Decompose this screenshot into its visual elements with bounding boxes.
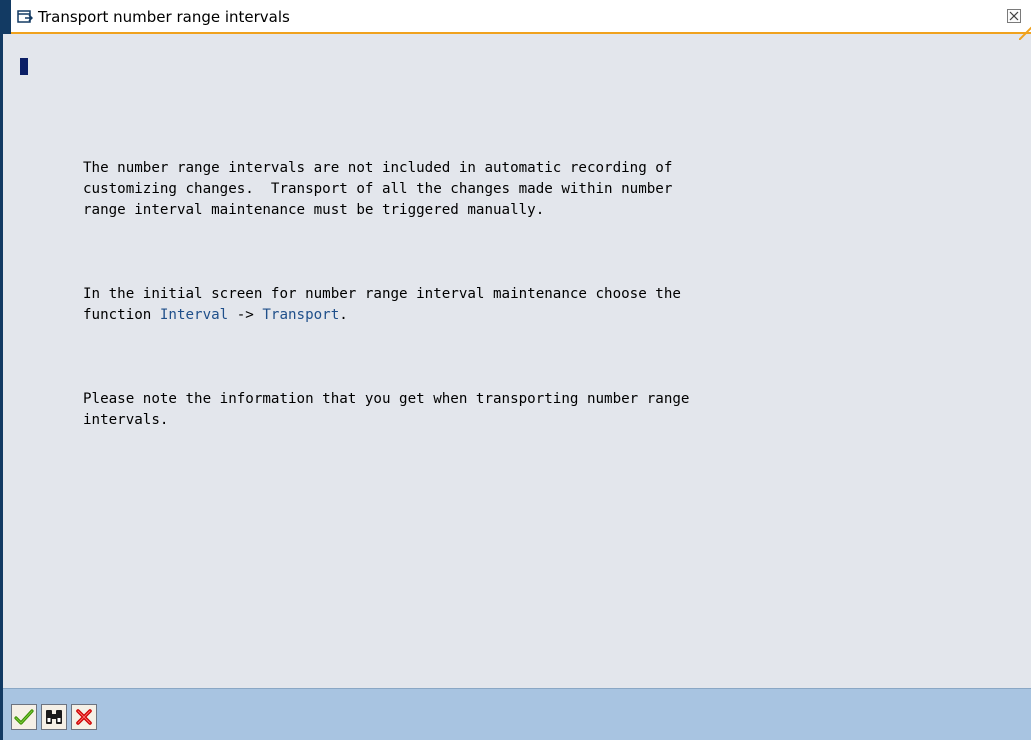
orange-corner-decoration <box>1019 26 1031 40</box>
cancel-button[interactable] <box>71 704 97 730</box>
interval-link[interactable]: Interval <box>160 307 228 323</box>
binoculars-icon <box>46 710 62 724</box>
arrow-text: -> <box>228 307 263 323</box>
title-accent <box>3 0 11 34</box>
paragraph-1-line-3: range interval maintenance must be trigg… <box>83 202 545 218</box>
paragraph-3: Please note the information that you get… <box>83 389 689 431</box>
paragraph-2-line-2: function Interval -> Transport. <box>83 305 689 326</box>
paragraph-2-line-1: In the initial screen for number range i… <box>83 286 681 302</box>
find-button[interactable] <box>41 704 67 730</box>
transport-link[interactable]: Transport <box>262 307 339 323</box>
paragraph-1-line-1: The number range intervals are not inclu… <box>83 160 673 176</box>
function-prefix: function <box>83 307 160 323</box>
dialog-text: The number range intervals are not inclu… <box>83 116 689 494</box>
dialog-window: Transport number range intervals The num… <box>0 0 1031 740</box>
x-icon <box>76 709 92 725</box>
continue-button[interactable] <box>11 704 37 730</box>
title-bar: Transport number range intervals <box>3 0 1031 40</box>
checkmark-icon <box>14 709 34 725</box>
text-cursor <box>20 58 28 75</box>
paragraph-3-line-2: intervals. <box>83 412 169 428</box>
paragraph-1: The number range intervals are not inclu… <box>83 158 689 221</box>
paragraph-3-line-1: Please note the information that you get… <box>83 391 690 407</box>
dialog-title: Transport number range intervals <box>38 8 290 26</box>
period-text: . <box>339 307 348 323</box>
paragraph-1-line-2: customizing changes. Transport of all th… <box>83 181 673 197</box>
close-icon[interactable] <box>1007 9 1021 23</box>
button-bar <box>3 688 1031 740</box>
window-icon <box>17 9 34 25</box>
paragraph-2: In the initial screen for number range i… <box>83 284 689 326</box>
